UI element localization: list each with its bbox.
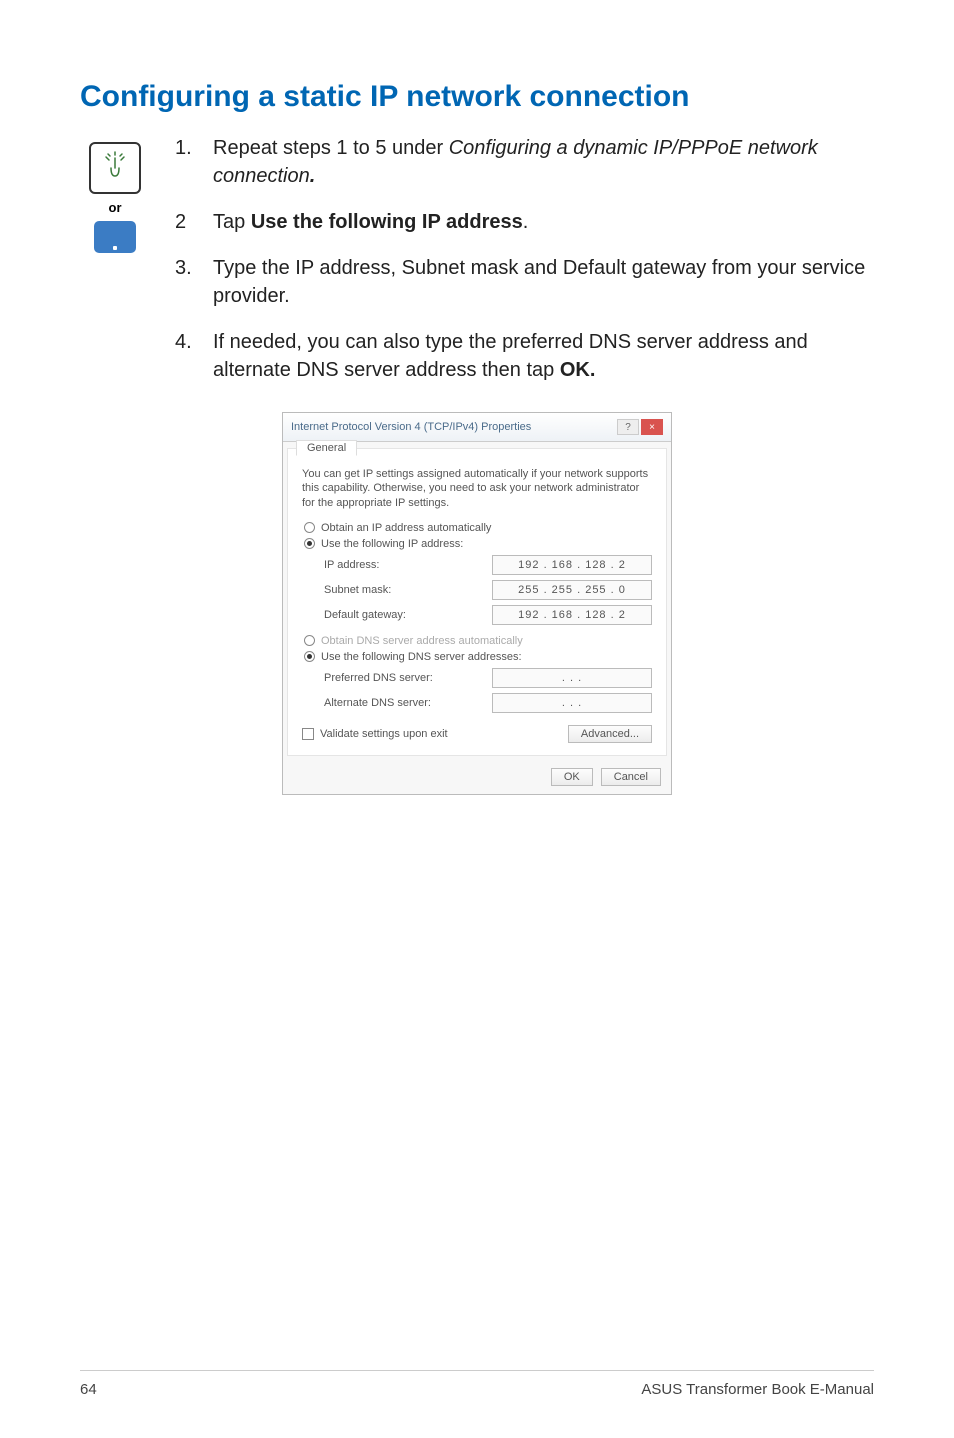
tab-general[interactable]: General bbox=[296, 440, 357, 456]
radio-label: Use the following IP address: bbox=[321, 538, 463, 550]
section-heading: Configuring a static IP network connecti… bbox=[80, 80, 874, 114]
manual-title: ASUS Transformer Book E-Manual bbox=[641, 1381, 874, 1398]
step-number: 4. bbox=[175, 328, 193, 384]
ok-button[interactable]: OK bbox=[551, 768, 593, 786]
radio-obtain-ip-auto[interactable]: Obtain an IP address automatically bbox=[304, 522, 650, 534]
step-text: Repeat steps 1 to 5 under bbox=[213, 137, 449, 159]
default-gateway-input[interactable]: 192 . 168 . 128 . 2 bbox=[492, 605, 652, 625]
radio-icon bbox=[304, 651, 315, 662]
close-button[interactable]: × bbox=[641, 419, 663, 435]
subnet-mask-label: Subnet mask: bbox=[324, 584, 484, 596]
step-4: 4. If needed, you can also type the pref… bbox=[175, 328, 874, 384]
cancel-button[interactable]: Cancel bbox=[601, 768, 661, 786]
default-gateway-label: Default gateway: bbox=[324, 609, 484, 621]
ip-address-input[interactable]: 192 . 168 . 128 . 2 bbox=[492, 555, 652, 575]
page-footer: 64 ASUS Transformer Book E-Manual bbox=[80, 1370, 874, 1398]
step-bold: Use the following IP address bbox=[251, 211, 523, 233]
radio-use-following-ip[interactable]: Use the following IP address: bbox=[304, 538, 650, 550]
checkbox-icon bbox=[302, 728, 314, 740]
step-text: If needed, you can also type the preferr… bbox=[213, 331, 808, 381]
radio-use-following-dns[interactable]: Use the following DNS server addresses: bbox=[304, 651, 650, 663]
step-text: Tap bbox=[213, 211, 251, 233]
help-button[interactable]: ? bbox=[617, 419, 639, 435]
ip-address-label: IP address: bbox=[324, 559, 484, 571]
touch-icon bbox=[89, 142, 141, 194]
touchpad-icon bbox=[94, 221, 136, 253]
validate-settings-checkbox[interactable]: Validate settings upon exit bbox=[302, 728, 448, 740]
step-text: Type the IP address, Subnet mask and Def… bbox=[213, 254, 874, 310]
radio-label: Obtain an IP address automatically bbox=[321, 522, 491, 534]
step-number: 1. bbox=[175, 134, 193, 190]
radio-icon bbox=[304, 635, 315, 646]
dialog-title: Internet Protocol Version 4 (TCP/IPv4) P… bbox=[291, 421, 531, 433]
steps-list: 1. Repeat steps 1 to 5 under Configuring… bbox=[175, 134, 874, 402]
alternate-dns-label: Alternate DNS server: bbox=[324, 697, 484, 709]
instruction-icon-column: or bbox=[80, 134, 150, 253]
step-bold: OK. bbox=[560, 359, 596, 381]
dialog-description: You can get IP settings assigned automat… bbox=[302, 467, 652, 510]
step-number: 3. bbox=[175, 254, 193, 310]
preferred-dns-input[interactable]: . . . bbox=[492, 668, 652, 688]
radio-icon bbox=[304, 522, 315, 533]
radio-obtain-dns-auto: Obtain DNS server address automatically bbox=[304, 635, 650, 647]
preferred-dns-label: Preferred DNS server: bbox=[324, 672, 484, 684]
page-number: 64 bbox=[80, 1381, 97, 1398]
ipv4-properties-dialog: Internet Protocol Version 4 (TCP/IPv4) P… bbox=[282, 412, 672, 795]
radio-label: Obtain DNS server address automatically bbox=[321, 635, 523, 647]
radio-icon bbox=[304, 538, 315, 549]
or-label: or bbox=[109, 200, 122, 215]
step-number: 2 bbox=[175, 208, 193, 236]
radio-label: Use the following DNS server addresses: bbox=[321, 651, 522, 663]
dialog-titlebar: Internet Protocol Version 4 (TCP/IPv4) P… bbox=[283, 413, 671, 442]
step-post: . bbox=[523, 211, 529, 233]
subnet-mask-input[interactable]: 255 . 255 . 255 . 0 bbox=[492, 580, 652, 600]
step-1: 1. Repeat steps 1 to 5 under Configuring… bbox=[175, 134, 874, 190]
advanced-button[interactable]: Advanced... bbox=[568, 725, 652, 743]
step-bold: . bbox=[310, 165, 316, 187]
step-2: 2 Tap Use the following IP address. bbox=[175, 208, 874, 236]
alternate-dns-input[interactable]: . . . bbox=[492, 693, 652, 713]
step-3: 3. Type the IP address, Subnet mask and … bbox=[175, 254, 874, 310]
checkbox-label: Validate settings upon exit bbox=[320, 728, 448, 740]
